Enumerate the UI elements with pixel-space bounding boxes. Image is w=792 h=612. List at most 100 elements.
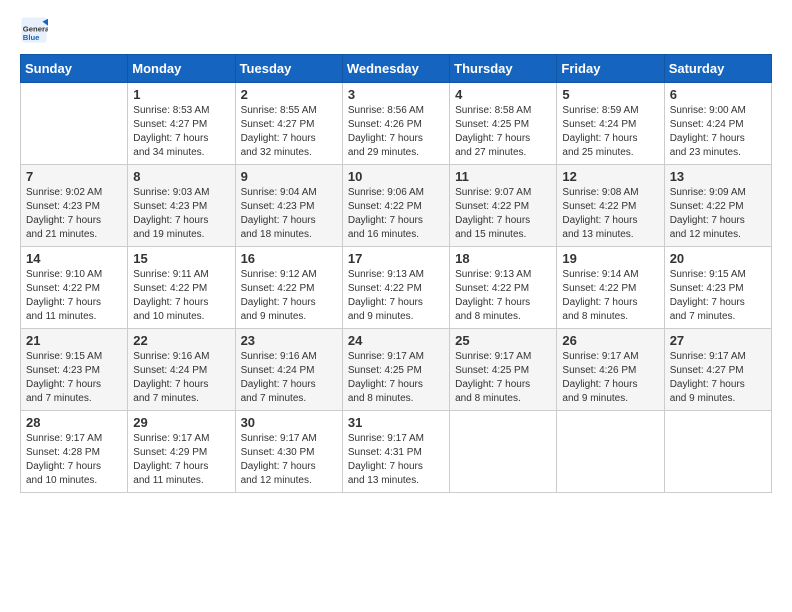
calendar-cell: 17 Sunrise: 9:13 AM Sunset: 4:22 PM Dayli…: [342, 247, 449, 329]
day-number: 16: [241, 251, 337, 266]
calendar-cell: 29 Sunrise: 9:17 AM Sunset: 4:29 PM Dayli…: [128, 411, 235, 493]
day-info: Sunrise: 9:17 AM Sunset: 4:29 PM Dayligh…: [133, 432, 229, 488]
calendar-cell: 11Sunrise: 9:07 AM Sunset: 4:22 PM Dayli…: [450, 165, 557, 247]
day-number: 27: [670, 333, 766, 348]
day-number: 18: [455, 251, 551, 266]
day-number: 12: [562, 169, 658, 184]
page-header: General Blue: [20, 16, 772, 44]
calendar-cell: 24 Sunrise: 9:17 AM Sunset: 4:25 PM Dayli…: [342, 329, 449, 411]
day-info: Sunrise: 9:08 AM Sunset: 4:22 PM Dayligh…: [562, 186, 658, 242]
day-info: Sunrise: 9:03 AM Sunset: 4:23 PM Dayligh…: [133, 186, 229, 242]
day-info: Sunrise: 9:13 AM Sunset: 4:22 PM Dayligh…: [348, 268, 444, 324]
day-number: 19: [562, 251, 658, 266]
day-info: Sunrise: 9:17 AM Sunset: 4:31 PM Dayligh…: [348, 432, 444, 488]
day-number: 9: [241, 169, 337, 184]
calendar-cell: 31 Sunrise: 9:17 AM Sunset: 4:31 PM Dayli…: [342, 411, 449, 493]
header-sunday: Sunday: [21, 55, 128, 83]
day-number: 24: [348, 333, 444, 348]
day-info: Sunrise: 9:04 AM Sunset: 4:23 PM Dayligh…: [241, 186, 337, 242]
calendar-week-row: 7 Sunrise: 9:02 AM Sunset: 4:23 PM Daylig…: [21, 165, 772, 247]
day-number: 25: [455, 333, 551, 348]
day-info: Sunrise: 9:00 AM Sunset: 4:24 PM Dayligh…: [670, 104, 766, 160]
calendar-cell: 16 Sunrise: 9:12 AM Sunset: 4:22 PM Dayli…: [235, 247, 342, 329]
calendar-week-row: 1 Sunrise: 8:53 AM Sunset: 4:27 PM Daylig…: [21, 83, 772, 165]
calendar-cell: 4 Sunrise: 8:58 AM Sunset: 4:25 PM Daylig…: [450, 83, 557, 165]
day-number: 10: [348, 169, 444, 184]
calendar-cell: 15 Sunrise: 9:11 AM Sunset: 4:22 PM Dayli…: [128, 247, 235, 329]
day-info: Sunrise: 9:17 AM Sunset: 4:28 PM Dayligh…: [26, 432, 122, 488]
svg-text:General: General: [23, 24, 48, 33]
day-number: 5: [562, 87, 658, 102]
day-info: Sunrise: 8:53 AM Sunset: 4:27 PM Dayligh…: [133, 104, 229, 160]
day-number: 13: [670, 169, 766, 184]
day-number: 2: [241, 87, 337, 102]
day-info: Sunrise: 9:17 AM Sunset: 4:30 PM Dayligh…: [241, 432, 337, 488]
svg-text:Blue: Blue: [23, 33, 40, 42]
logo: General Blue: [20, 16, 52, 44]
day-info: Sunrise: 8:58 AM Sunset: 4:25 PM Dayligh…: [455, 104, 551, 160]
calendar-week-row: 14 Sunrise: 9:10 AM Sunset: 4:22 PM Dayli…: [21, 247, 772, 329]
day-info: Sunrise: 9:17 AM Sunset: 4:26 PM Dayligh…: [562, 350, 658, 406]
calendar-cell: 26 Sunrise: 9:17 AM Sunset: 4:26 PM Dayli…: [557, 329, 664, 411]
header-tuesday: Tuesday: [235, 55, 342, 83]
calendar-cell: 6 Sunrise: 9:00 AM Sunset: 4:24 PM Daylig…: [664, 83, 771, 165]
day-number: 29: [133, 415, 229, 430]
day-number: 11: [455, 169, 551, 184]
calendar-cell: 20Sunrise: 9:15 AM Sunset: 4:23 PM Dayli…: [664, 247, 771, 329]
calendar-cell: [450, 411, 557, 493]
day-info: Sunrise: 9:17 AM Sunset: 4:25 PM Dayligh…: [348, 350, 444, 406]
calendar-cell: 28 Sunrise: 9:17 AM Sunset: 4:28 PM Dayli…: [21, 411, 128, 493]
calendar-header-row: SundayMondayTuesdayWednesdayThursdayFrid…: [21, 55, 772, 83]
day-number: 23: [241, 333, 337, 348]
day-number: 21: [26, 333, 122, 348]
calendar-cell: 9 Sunrise: 9:04 AM Sunset: 4:23 PM Daylig…: [235, 165, 342, 247]
day-info: Sunrise: 9:14 AM Sunset: 4:22 PM Dayligh…: [562, 268, 658, 324]
calendar-cell: 23 Sunrise: 9:16 AM Sunset: 4:24 PM Dayli…: [235, 329, 342, 411]
calendar-cell: 27 Sunrise: 9:17 AM Sunset: 4:27 PM Dayli…: [664, 329, 771, 411]
day-info: Sunrise: 9:02 AM Sunset: 4:23 PM Dayligh…: [26, 186, 122, 242]
header-monday: Monday: [128, 55, 235, 83]
day-info: Sunrise: 9:10 AM Sunset: 4:22 PM Dayligh…: [26, 268, 122, 324]
day-info: Sunrise: 8:59 AM Sunset: 4:24 PM Dayligh…: [562, 104, 658, 160]
day-info: Sunrise: 9:09 AM Sunset: 4:22 PM Dayligh…: [670, 186, 766, 242]
day-number: 28: [26, 415, 122, 430]
day-info: Sunrise: 8:55 AM Sunset: 4:27 PM Dayligh…: [241, 104, 337, 160]
day-number: 31: [348, 415, 444, 430]
calendar-cell: 8Sunrise: 9:03 AM Sunset: 4:23 PM Daylig…: [128, 165, 235, 247]
calendar-cell: [664, 411, 771, 493]
day-number: 15: [133, 251, 229, 266]
header-thursday: Thursday: [450, 55, 557, 83]
day-number: 26: [562, 333, 658, 348]
day-info: Sunrise: 9:16 AM Sunset: 4:24 PM Dayligh…: [241, 350, 337, 406]
day-number: 22: [133, 333, 229, 348]
calendar-cell: 30Sunrise: 9:17 AM Sunset: 4:30 PM Dayli…: [235, 411, 342, 493]
calendar-cell: 7 Sunrise: 9:02 AM Sunset: 4:23 PM Daylig…: [21, 165, 128, 247]
day-number: 6: [670, 87, 766, 102]
calendar-cell: 2 Sunrise: 8:55 AM Sunset: 4:27 PM Daylig…: [235, 83, 342, 165]
calendar-week-row: 28 Sunrise: 9:17 AM Sunset: 4:28 PM Dayli…: [21, 411, 772, 493]
calendar-cell: 13 Sunrise: 9:09 AM Sunset: 4:22 PM Dayli…: [664, 165, 771, 247]
day-info: Sunrise: 9:17 AM Sunset: 4:27 PM Dayligh…: [670, 350, 766, 406]
day-info: Sunrise: 8:56 AM Sunset: 4:26 PM Dayligh…: [348, 104, 444, 160]
calendar-cell: 5 Sunrise: 8:59 AM Sunset: 4:24 PM Daylig…: [557, 83, 664, 165]
day-number: 7: [26, 169, 122, 184]
logo-icon: General Blue: [20, 16, 48, 44]
day-info: Sunrise: 9:12 AM Sunset: 4:22 PM Dayligh…: [241, 268, 337, 324]
day-number: 14: [26, 251, 122, 266]
calendar-cell: 10Sunrise: 9:06 AM Sunset: 4:22 PM Dayli…: [342, 165, 449, 247]
calendar-cell: 1 Sunrise: 8:53 AM Sunset: 4:27 PM Daylig…: [128, 83, 235, 165]
header-saturday: Saturday: [664, 55, 771, 83]
calendar-cell: 25 Sunrise: 9:17 AM Sunset: 4:25 PM Dayli…: [450, 329, 557, 411]
day-number: 17: [348, 251, 444, 266]
day-info: Sunrise: 9:15 AM Sunset: 4:23 PM Dayligh…: [670, 268, 766, 324]
day-number: 4: [455, 87, 551, 102]
day-number: 1: [133, 87, 229, 102]
calendar-cell: 22 Sunrise: 9:16 AM Sunset: 4:24 PM Dayli…: [128, 329, 235, 411]
day-info: Sunrise: 9:17 AM Sunset: 4:25 PM Dayligh…: [455, 350, 551, 406]
day-number: 3: [348, 87, 444, 102]
day-info: Sunrise: 9:16 AM Sunset: 4:24 PM Dayligh…: [133, 350, 229, 406]
calendar-cell: 18Sunrise: 9:13 AM Sunset: 4:22 PM Dayli…: [450, 247, 557, 329]
calendar-cell: 12 Sunrise: 9:08 AM Sunset: 4:22 PM Dayli…: [557, 165, 664, 247]
calendar-cell: 3 Sunrise: 8:56 AM Sunset: 4:26 PM Daylig…: [342, 83, 449, 165]
day-info: Sunrise: 9:11 AM Sunset: 4:22 PM Dayligh…: [133, 268, 229, 324]
